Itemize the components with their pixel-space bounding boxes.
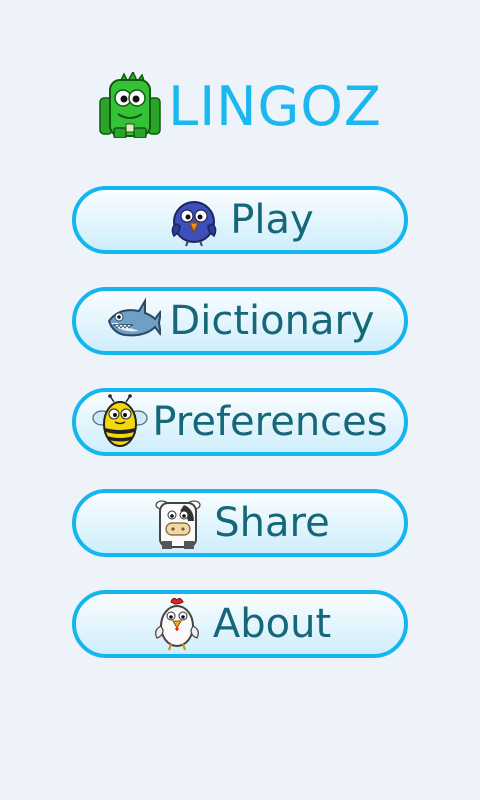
chicken-icon [154, 597, 199, 651]
blue-bird-icon [171, 201, 217, 247]
dictionary-label: Dictionary [169, 298, 375, 344]
about-label: About [212, 601, 332, 647]
app-title: LINGOZ [168, 75, 382, 138]
app-header: LINGOZ [0, 70, 480, 140]
preferences-label: Preferences [152, 399, 388, 445]
green-monster-icon [99, 72, 161, 138]
cow-icon [155, 500, 201, 549]
shark-icon [108, 297, 162, 337]
play-label: Play [230, 197, 314, 243]
about-button[interactable]: About [72, 590, 408, 658]
main-menu: Play Dictionary Preferences Share About [72, 186, 408, 691]
play-button[interactable]: Play [72, 186, 408, 254]
share-button[interactable]: Share [72, 489, 408, 557]
share-label: Share [214, 500, 330, 546]
dictionary-button[interactable]: Dictionary [72, 287, 408, 355]
preferences-button[interactable]: Preferences [72, 388, 408, 456]
bee-icon [92, 394, 148, 447]
